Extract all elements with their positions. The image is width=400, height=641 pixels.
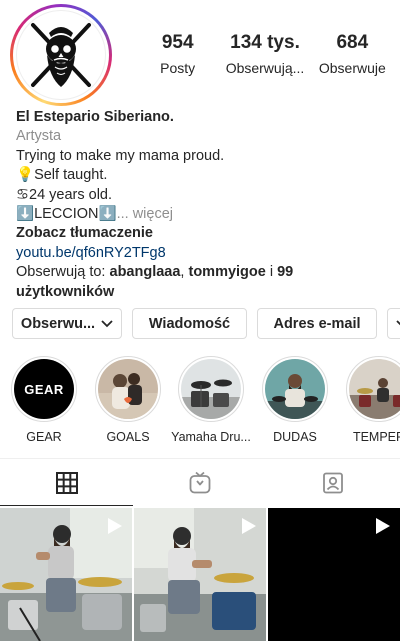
highlight-cover: [265, 359, 325, 419]
stat-followers[interactable]: 134 tys. Obserwują...: [221, 32, 308, 76]
stat-posts[interactable]: 954 Posty: [134, 32, 221, 76]
bio-line-3: ♋24 years old.: [16, 186, 113, 203]
following-button[interactable]: Obserwu...: [12, 308, 122, 339]
profile-actions: Obserwu... Wiadomość Adres e-mail: [12, 308, 400, 339]
highlight-dudas[interactable]: DUDAS: [255, 356, 335, 444]
igtv-icon: [189, 471, 211, 493]
post-thumbnail[interactable]: [268, 508, 400, 641]
highlight-cover: [349, 359, 400, 419]
highlight-cover: [98, 359, 158, 419]
bio-line-4: ⬇️LECCION⬇️... więcej: [16, 206, 174, 223]
stat-followers-value: 134 tys.: [230, 32, 300, 53]
posts-grid: [0, 508, 400, 641]
photo-thumbnail: [98, 359, 158, 419]
chevron-down-icon: [396, 319, 400, 325]
tab-tagged[interactable]: [267, 459, 400, 506]
bio-line-2: 💡Self taught.: [16, 167, 108, 184]
suggested-accounts-button[interactable]: [387, 308, 400, 339]
photo-thumbnail: [349, 359, 400, 419]
bio-website-link[interactable]: youtu.be/qf6nRY2TFg8: [16, 244, 388, 263]
bio-more-link[interactable]: ... więcej: [117, 206, 173, 222]
highlight-gear[interactable]: GEAR GEAR: [4, 356, 84, 444]
highlight-goals[interactable]: GOALS: [88, 356, 168, 444]
highlight-cover: GEAR: [14, 359, 74, 419]
photo-thumbnail: [265, 359, 325, 419]
highlight-label: DUDAS: [273, 430, 317, 444]
avatar: [16, 10, 106, 100]
post-thumbnail[interactable]: [0, 508, 132, 641]
see-translation-link[interactable]: Zobacz tłumaczenie: [16, 224, 388, 243]
tab-igtv[interactable]: [133, 459, 266, 506]
post-thumbnail[interactable]: [134, 508, 266, 641]
profile-category: Artysta: [16, 128, 62, 145]
highlight-label: TEMPER: [352, 430, 400, 444]
skull-drumsticks-logo-icon: [31, 23, 91, 87]
tagged-icon: [323, 472, 344, 493]
followed-by-user[interactable]: abanglaaa: [110, 264, 181, 280]
profile-bio: El Estepario Siberiano. Artysta Trying t…: [16, 108, 388, 302]
stat-posts-label: Posty: [160, 60, 196, 76]
profile-avatar-ring[interactable]: [10, 4, 112, 106]
arrow-down-icon: ⬇️: [16, 206, 35, 223]
email-button[interactable]: Adres e-mail: [257, 308, 377, 339]
arrow-down-icon: ⬇️: [98, 206, 117, 223]
video-play-icon: [376, 518, 390, 534]
message-button[interactable]: Wiadomość: [132, 308, 247, 339]
bio-line-1: Trying to make my mama proud.: [16, 147, 225, 164]
highlight-cover: [181, 359, 241, 419]
story-highlights: GEAR GEAR GOALS Yamaha Dru... DUDAS TEMP…: [0, 356, 400, 446]
profile-name: El Estepario Siberiano.: [16, 109, 174, 125]
highlight-label: GOALS: [106, 430, 150, 444]
grid-icon: [55, 471, 78, 494]
cancer-sign-icon: ♋: [16, 186, 29, 203]
lightbulb-icon: 💡: [16, 167, 35, 184]
video-play-icon: [242, 518, 256, 534]
profile-tabs: [0, 458, 400, 506]
stat-following[interactable]: 684 Obserwuje: [309, 32, 396, 76]
stat-following-value: 684: [336, 32, 369, 53]
video-play-icon: [108, 518, 122, 534]
tab-posts-grid[interactable]: [0, 459, 134, 506]
profile-stats: 954 Posty 134 tys. Obserwują... 684 Obse…: [134, 32, 396, 76]
stat-posts-value: 954: [161, 32, 194, 53]
followed-by-user[interactable]: tommyigoe: [188, 264, 265, 280]
chevron-down-icon: [101, 319, 113, 327]
photo-thumbnail: [181, 359, 241, 419]
stat-following-label: Obserwuje: [318, 60, 386, 76]
stat-followers-label: Obserwują...: [225, 60, 305, 76]
highlight-label: GEAR: [26, 430, 62, 444]
highlight-label: Yamaha Dru...: [171, 430, 251, 444]
highlight-temper[interactable]: TEMPER: [339, 356, 400, 444]
highlight-yamaha-drums[interactable]: Yamaha Dru...: [171, 356, 251, 444]
followed-by: Obserwują to: abanglaaa, tommyigoe i 99 …: [16, 264, 294, 300]
